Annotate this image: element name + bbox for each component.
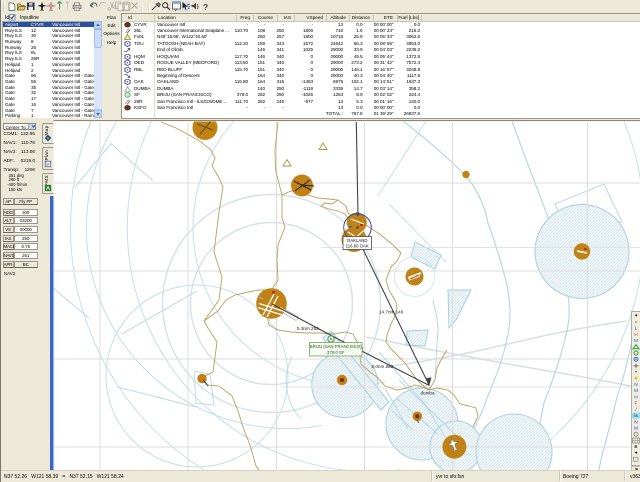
svg-text:M: M bbox=[634, 388, 638, 394]
svg-text:✦: ✦ bbox=[634, 451, 638, 457]
svg-text:N: N bbox=[634, 419, 638, 425]
svg-text:dumba: dumba bbox=[421, 391, 435, 396]
svg-text:379.0 SF: 379.0 SF bbox=[327, 350, 345, 355]
svg-text:=: = bbox=[635, 320, 638, 325]
svg-text:BRIJU (SAN FRANCISCO): BRIJU (SAN FRANCISCO) bbox=[310, 344, 362, 349]
svg-text:116.80 OAK: 116.80 OAK bbox=[346, 244, 369, 249]
svg-text:5.3nm 282: 5.3nm 282 bbox=[297, 326, 319, 331]
svg-text:✦: ✦ bbox=[634, 313, 638, 319]
svg-text:M: M bbox=[634, 426, 638, 432]
svg-text:14.7nm 140: 14.7nm 140 bbox=[379, 310, 404, 315]
svg-text:is: is bbox=[634, 413, 638, 419]
svg-text:F: F bbox=[635, 401, 638, 407]
svg-text:OAKLAND: OAKLAND bbox=[347, 238, 368, 243]
svg-text:M: M bbox=[634, 394, 638, 400]
svg-text:N: N bbox=[634, 382, 638, 388]
svg-text:H: H bbox=[634, 332, 638, 338]
svg-text:/: / bbox=[635, 407, 637, 413]
svg-text:8.0nm 282: 8.0nm 282 bbox=[372, 364, 394, 369]
svg-text:L: L bbox=[635, 326, 638, 332]
svg-text:M: M bbox=[634, 338, 638, 344]
